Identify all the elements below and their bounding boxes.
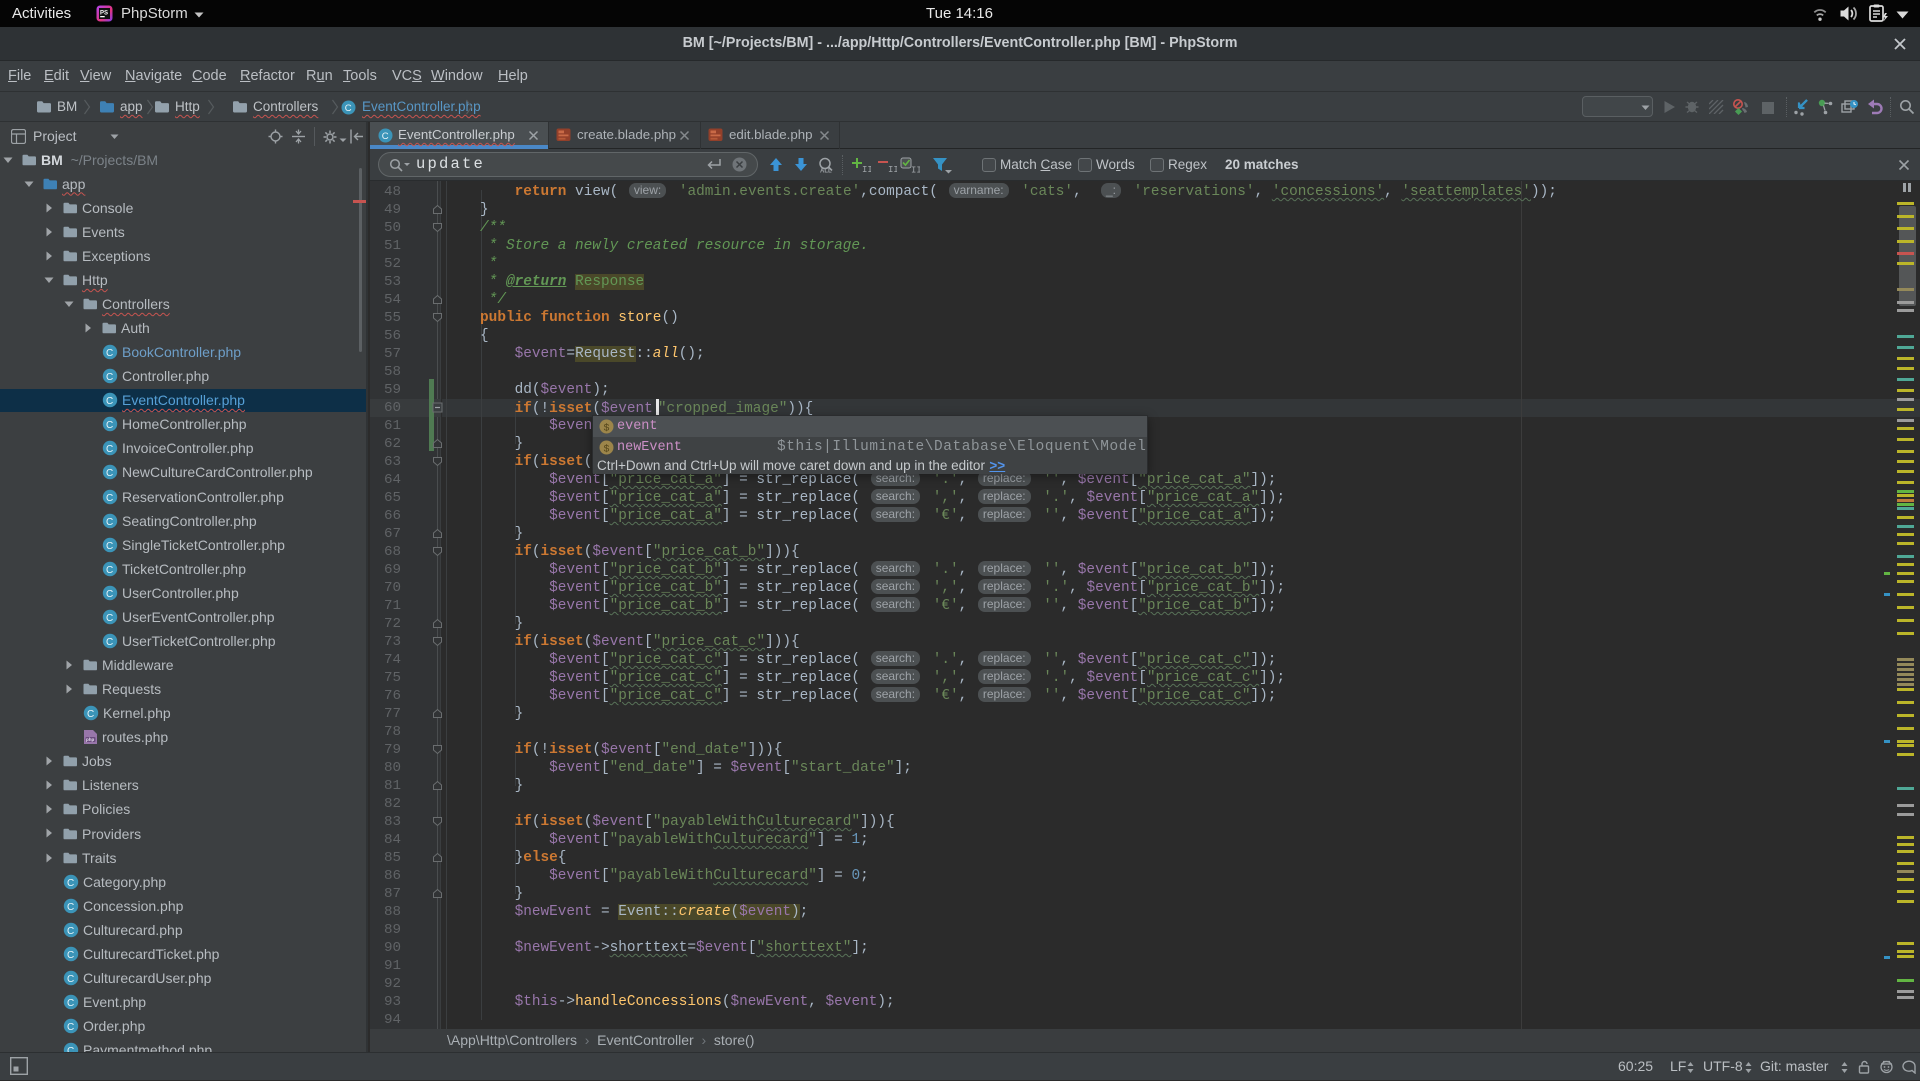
svg-text:$: $ <box>604 444 610 456</box>
svg-text:C: C <box>67 950 74 961</box>
svg-text:C: C <box>67 878 74 889</box>
svg-text:C: C <box>106 637 113 648</box>
svg-text:C: C <box>382 131 389 142</box>
svg-text:C: C <box>67 902 74 913</box>
svg-text:C: C <box>67 1022 74 1033</box>
svg-text:C: C <box>106 589 113 600</box>
svg-text:PS: PS <box>100 11 108 17</box>
svg-text:II: II <box>911 166 920 175</box>
svg-text:ALL: ALL <box>820 169 832 174</box>
svg-text:C: C <box>106 493 113 504</box>
svg-text:C: C <box>67 926 74 937</box>
svg-text:C: C <box>106 613 113 624</box>
svg-text:C: C <box>106 444 113 455</box>
svg-text:C: C <box>106 565 113 576</box>
svg-text:II: II <box>862 165 871 174</box>
svg-text:C: C <box>67 998 74 1009</box>
svg-text:$: $ <box>604 423 610 435</box>
svg-text:php: php <box>86 737 94 742</box>
svg-text:C: C <box>106 372 113 383</box>
svg-text:C: C <box>106 420 113 431</box>
svg-text:C: C <box>106 348 113 359</box>
svg-text:II: II <box>888 165 897 174</box>
svg-text:C: C <box>106 468 113 479</box>
svg-text:C: C <box>67 974 74 985</box>
svg-text:C: C <box>106 517 113 528</box>
svg-text:C: C <box>106 541 113 552</box>
svg-text:C: C <box>87 709 94 720</box>
svg-text:C: C <box>106 396 113 407</box>
svg-text:C: C <box>345 103 352 114</box>
